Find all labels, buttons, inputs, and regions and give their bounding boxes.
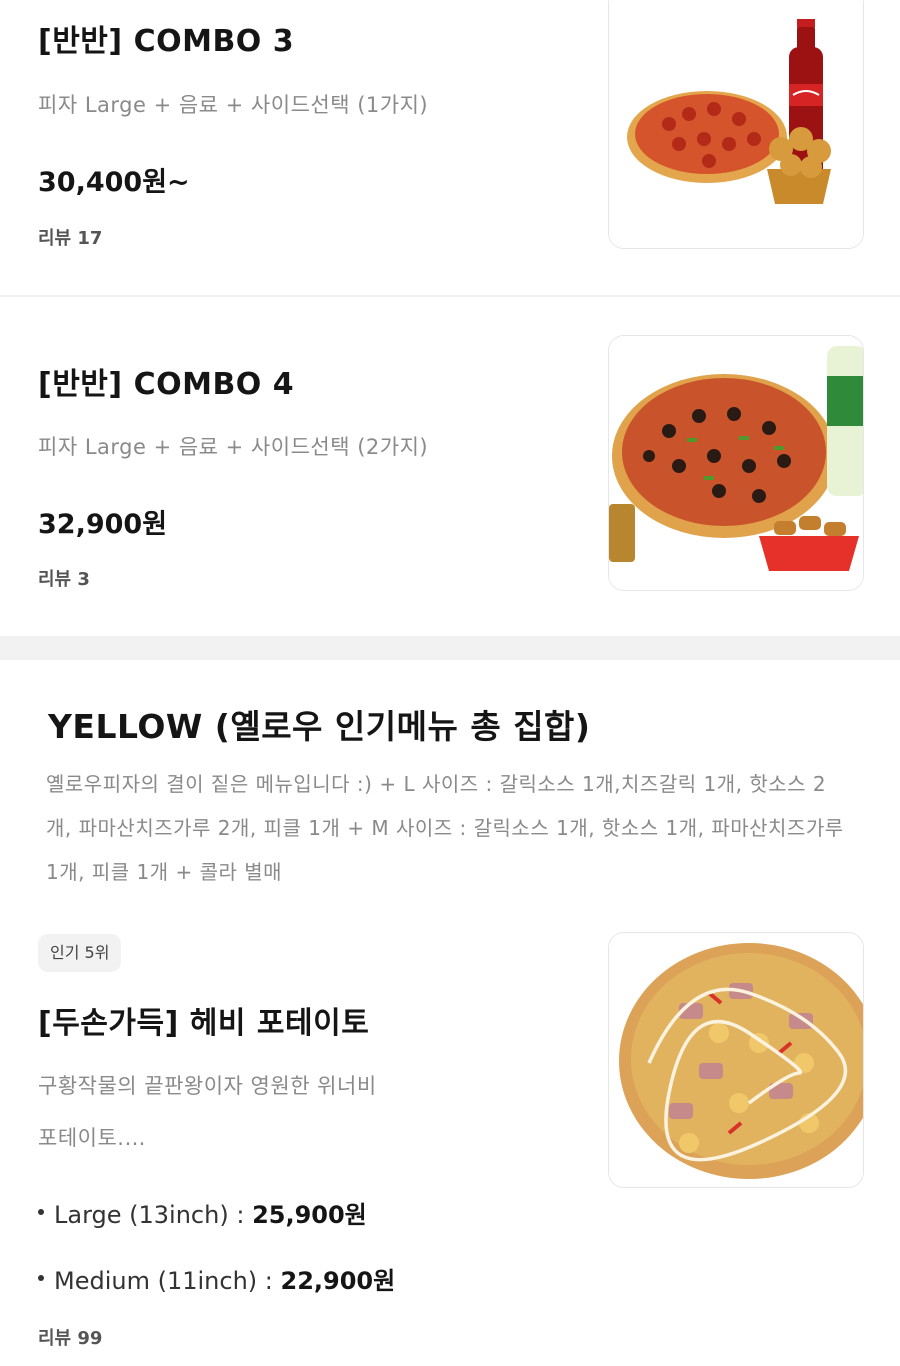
size-option-label: Large (13inch) : [54, 1201, 245, 1229]
bullet-icon [38, 1209, 44, 1215]
bullet-icon [38, 1275, 44, 1281]
size-option-medium: Medium (11inch) : 22,900원 [38, 1261, 395, 1296]
item-price: 32,900원 [38, 509, 168, 540]
item-review-count: 리뷰 3 [38, 569, 90, 590]
item-title: [두손가득] 헤비 포테이토 [38, 1006, 370, 1041]
menu-item-combo-3[interactable]: [반반] COMBO 3 피자 Large + 음료 + 사이드선택 (1가지)… [0, 0, 900, 296]
item-title: [반반] COMBO 4 [38, 367, 295, 402]
item-review-count: 리뷰 99 [38, 1328, 103, 1349]
menu-item-heavy-potato[interactable]: 인기 5위 [두손가득] 헤비 포테이토 구황작물의 끝판왕이자 영원한 위너비… [0, 910, 900, 1366]
size-option-label: Medium (11inch) : [54, 1267, 273, 1295]
item-review-count: 리뷰 17 [38, 228, 103, 249]
section-title: YELLOW (옐로우 인기메뉴 총 집합) [48, 707, 591, 746]
section-description: 옐로우피자의 결이 짙은 메뉴입니다 :) + L 사이즈 : 갈릭소스 1개,… [46, 772, 844, 884]
menu-item-combo-4[interactable]: [반반] COMBO 4 피자 Large + 음료 + 사이드선택 (2가지)… [0, 297, 900, 635]
popularity-badge: 인기 5위 [38, 934, 122, 972]
size-option-price: 25,900원 [252, 1201, 367, 1229]
size-option-large: Large (13inch) : 25,900원 [38, 1195, 367, 1230]
item-description: 피자 Large + 음료 + 사이드선택 (2가지) [38, 435, 429, 459]
pizza-combo-cola-image[interactable] [608, 0, 864, 249]
pizza-combo-sprite-image[interactable] [608, 335, 864, 591]
size-option-price: 22,900원 [280, 1267, 396, 1295]
section-divider [0, 636, 900, 660]
heavy-potato-pizza-image[interactable] [608, 932, 864, 1188]
item-description: 피자 Large + 음료 + 사이드선택 (1가지) [38, 93, 429, 117]
item-price: 30,400원~ [38, 167, 190, 198]
item-description-line1: 구황작물의 끝판왕이자 영원한 위너비 [38, 1074, 377, 1098]
item-description-line2: 포테이토.… [38, 1126, 146, 1150]
item-title: [반반] COMBO 3 [38, 24, 295, 59]
